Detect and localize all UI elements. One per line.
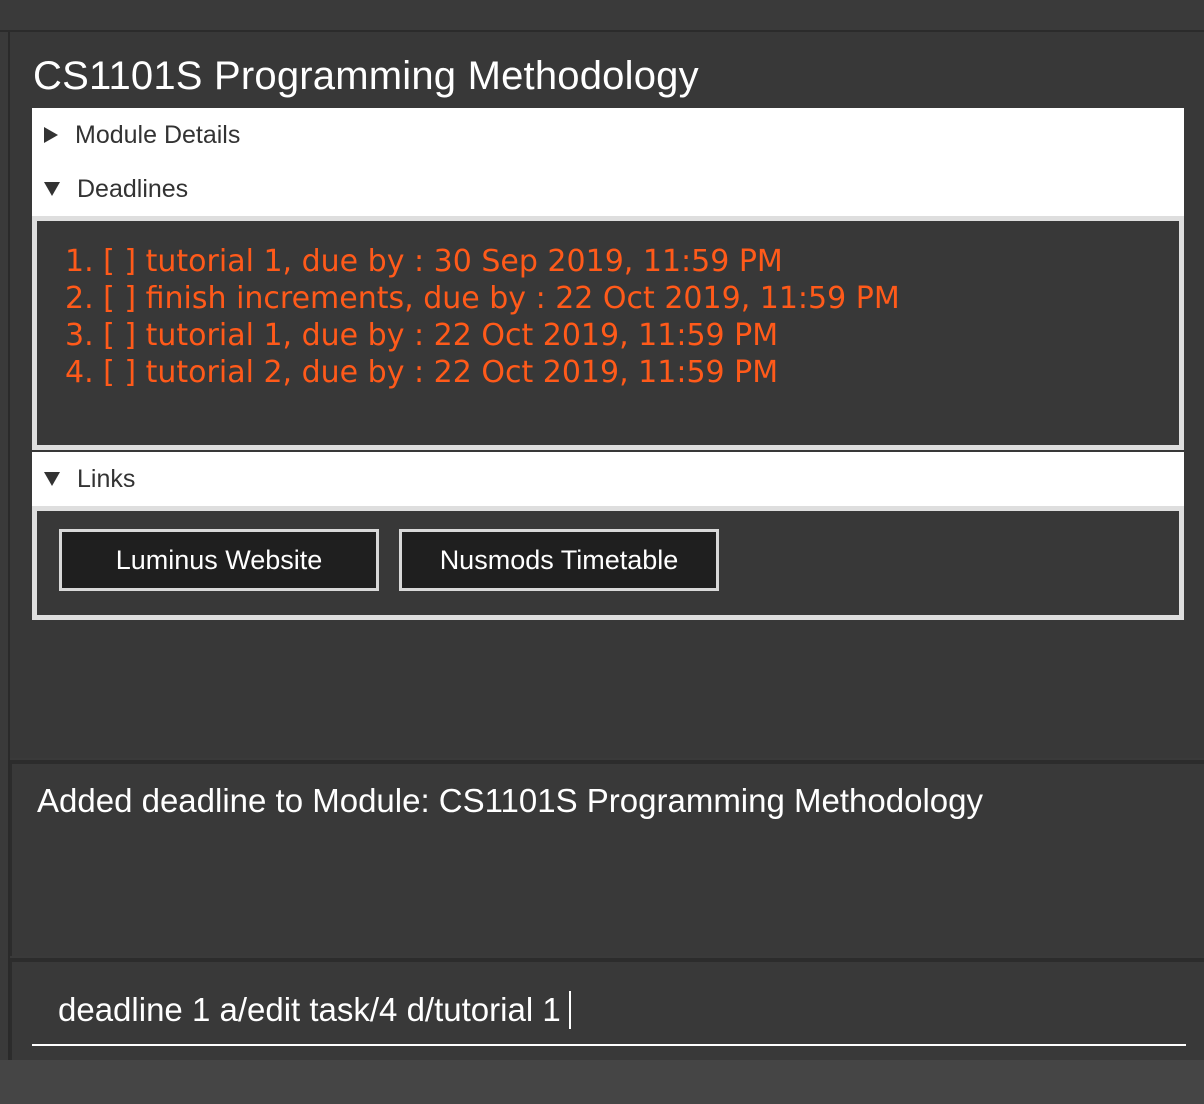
links-label: Links	[77, 464, 136, 493]
result-message: Added deadline to Module: CS1101S Progra…	[37, 782, 983, 819]
command-input[interactable]: deadline 1 a/edit task/4 d/tutorial 1	[32, 976, 1186, 1046]
luminus-website-button[interactable]: Luminus Website	[59, 529, 379, 591]
nusmods-timetable-button[interactable]: Nusmods Timetable	[399, 529, 719, 591]
command-text: deadline 1 a/edit task/4 d/tutorial 1	[58, 991, 561, 1028]
deadlines-content: 1. [ ] tutorial 1, due by : 30 Sep 2019,…	[32, 216, 1184, 450]
command-box: deadline 1 a/edit task/4 d/tutorial 1	[10, 958, 1204, 1060]
deadline-item: 4. [ ] tutorial 2, due by : 22 Oct 2019,…	[65, 355, 779, 390]
left-divider	[0, 32, 10, 1060]
text-caret	[568, 991, 571, 1029]
deadline-item: 2. [ ] finish increments, due by : 22 Oc…	[65, 281, 900, 316]
deadline-item: 3. [ ] tutorial 1, due by : 22 Oct 2019,…	[65, 318, 779, 353]
links-header[interactable]: Links	[32, 452, 1184, 506]
deadlines-label: Deadlines	[77, 174, 189, 203]
expanded-arrow-icon	[44, 472, 60, 486]
deadline-item: 1. [ ] tutorial 1, due by : 30 Sep 2019,…	[65, 244, 783, 279]
links-content: Luminus Website Nusmods Timetable	[32, 506, 1184, 620]
deadlines-header[interactable]: Deadlines	[32, 162, 1184, 216]
expanded-arrow-icon	[44, 182, 60, 196]
module-details-header[interactable]: Module Details	[32, 108, 1184, 162]
module-title: CS1101S Programming Methodology	[33, 54, 699, 98]
result-display: Added deadline to Module: CS1101S Progra…	[10, 760, 1204, 956]
module-details-label: Module Details	[75, 120, 241, 149]
status-bar	[0, 1060, 1204, 1104]
deadline-list: 1. [ ] tutorial 1, due by : 30 Sep 2019,…	[65, 243, 900, 391]
collapsed-arrow-icon	[44, 127, 58, 143]
module-panel: CS1101S Programming Methodology Module D…	[10, 32, 1204, 758]
top-bar	[0, 0, 1204, 32]
